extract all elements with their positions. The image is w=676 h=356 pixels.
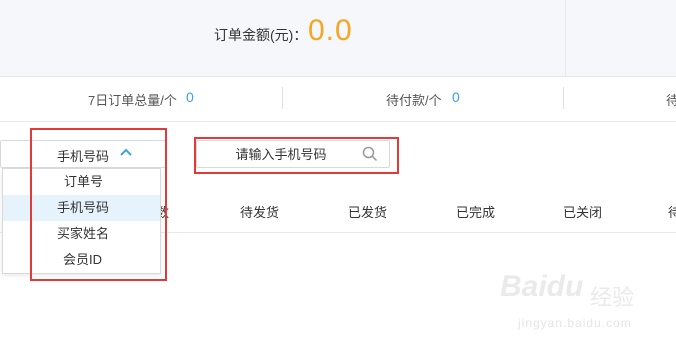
watermark-title: 经验 xyxy=(590,285,635,310)
watermark-url: jingyan.baidu.com xyxy=(518,316,632,330)
tab-shipped[interactable]: 已发货 xyxy=(348,202,387,221)
search-type-select[interactable]: 手机号码 xyxy=(0,140,166,168)
tab-closed[interactable]: 已关闭 xyxy=(563,202,602,221)
order-summary-panel: 订单金额(元)： 0.0 xyxy=(0,0,676,77)
baidu-jingyan-watermark: Baidu 经验 jingyan.baidu.com xyxy=(480,270,670,340)
tab-completed[interactable]: 已完成 xyxy=(456,202,495,221)
dropdown-option-phone[interactable]: 手机号码 xyxy=(3,195,160,221)
panel-divider xyxy=(565,0,566,76)
stat-divider xyxy=(563,87,564,109)
dropdown-option-order-no[interactable]: 订单号 xyxy=(3,169,160,195)
search-input[interactable] xyxy=(197,141,357,167)
dropdown-option-buyer-name[interactable]: 买家姓名 xyxy=(3,221,160,247)
stat-7day-orders-value[interactable]: 0 xyxy=(186,89,194,105)
dropdown-option-label: 订单号 xyxy=(64,174,104,189)
order-stats-row: 7日订单总量/个 0 待付款/个 0 待 xyxy=(0,77,676,122)
tab-more[interactable]: 待 xyxy=(668,202,676,221)
stat-pending-label: 待 xyxy=(666,93,676,108)
stat-pending-payment-value[interactable]: 0 xyxy=(452,89,460,105)
tab-awaiting-shipment[interactable]: 待发货 xyxy=(240,202,279,221)
search-icon[interactable] xyxy=(362,146,378,162)
stat-divider xyxy=(282,87,283,109)
dropdown-option-label: 会员ID xyxy=(63,252,103,267)
search-type-selected: 手机号码 xyxy=(57,149,110,164)
stat-pending-payment-label: 待付款/个 xyxy=(386,93,442,108)
chevron-up-icon xyxy=(120,148,132,156)
watermark-brand: Baidu xyxy=(500,270,584,303)
dropdown-option-label: 买家姓名 xyxy=(57,226,110,241)
order-amount-value: 0.0 xyxy=(308,14,353,47)
search-box xyxy=(196,140,390,168)
search-type-dropdown: 订单号 手机号码 买家姓名 会员ID xyxy=(2,168,161,274)
order-amount-label: 订单金额(元)： xyxy=(214,27,308,43)
dropdown-option-label: 手机号码 xyxy=(57,200,110,215)
dropdown-option-member-id[interactable]: 会员ID xyxy=(3,247,160,273)
stat-7day-orders-label: 7日订单总量/个 xyxy=(88,93,177,108)
